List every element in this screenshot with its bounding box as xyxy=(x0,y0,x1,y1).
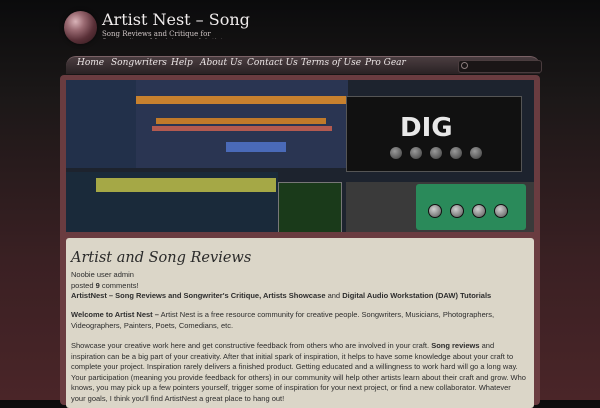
mixer-channel-strip xyxy=(96,178,276,192)
nav-about-us[interactable]: About Us xyxy=(200,58,242,68)
subtitle-part-b: Digital Audio Workstation (DAW) Tutorial… xyxy=(342,291,492,300)
nav-help[interactable]: Help xyxy=(171,58,193,68)
nav-contact-us[interactable]: Contact Us xyxy=(247,58,298,68)
song-reviews-link[interactable]: Song reviews xyxy=(431,341,479,350)
post-author: Noobie user admin xyxy=(71,270,134,279)
site-logo[interactable] xyxy=(64,11,97,44)
knob-icon xyxy=(409,146,423,160)
search-icon xyxy=(461,62,468,69)
daw-arrange-window xyxy=(136,80,348,168)
comments-suffix[interactable]: comments! xyxy=(102,281,139,290)
nav-songwriters[interactable]: Songwriters xyxy=(111,58,167,68)
comments-count[interactable]: 9 xyxy=(96,281,100,290)
knob-icon xyxy=(389,146,403,160)
body-text-2: and inspiration can be a big part of you… xyxy=(71,341,526,403)
daw-track-list xyxy=(66,80,136,168)
site-tagline: Song Reviews and Critique for Songwriter… xyxy=(102,30,227,39)
comments-prefix: posted xyxy=(71,281,94,290)
dig-plugin-label: DIG xyxy=(400,113,453,143)
post-comments-line: posted 9 comments! xyxy=(71,281,139,290)
welcome-heading: Welcome to Artist Nest – xyxy=(71,310,159,319)
audio-clip xyxy=(156,118,326,124)
nav-home[interactable]: Home xyxy=(77,58,104,68)
audio-clip xyxy=(152,126,332,131)
knob-icon xyxy=(472,204,486,218)
subtitle-and: and xyxy=(327,291,341,300)
knob-icon xyxy=(469,146,483,160)
midi-clip xyxy=(226,142,286,152)
subtitle-part-a: ArtistNest – Song Reviews and Songwriter… xyxy=(71,291,326,300)
header-banner-image: DIG xyxy=(66,80,534,232)
post-subtitle: ArtistNest – Song Reviews and Songwriter… xyxy=(71,291,491,300)
post-title[interactable]: Artist and Song Reviews xyxy=(71,250,251,266)
welcome-paragraph: Welcome to Artist Nest – Artist Nest is … xyxy=(71,310,527,331)
search-input[interactable] xyxy=(458,60,542,73)
knob-icon xyxy=(494,204,508,218)
knob-icon xyxy=(428,204,442,218)
site-title[interactable]: Artist Nest – Song xyxy=(102,10,250,29)
nav-terms-of-use[interactable]: Terms of Use xyxy=(301,58,361,68)
nav-pro-gear[interactable]: Pro Gear xyxy=(365,58,406,68)
knob-icon xyxy=(429,146,443,160)
knob-icon xyxy=(449,146,463,160)
body-paragraph: Showcase your creative work here and get… xyxy=(71,341,527,404)
knob-icon xyxy=(450,204,464,218)
audio-clip xyxy=(136,96,346,104)
spectrum-analyzer xyxy=(278,182,342,232)
body-text-1: Showcase your creative work here and get… xyxy=(71,341,430,350)
